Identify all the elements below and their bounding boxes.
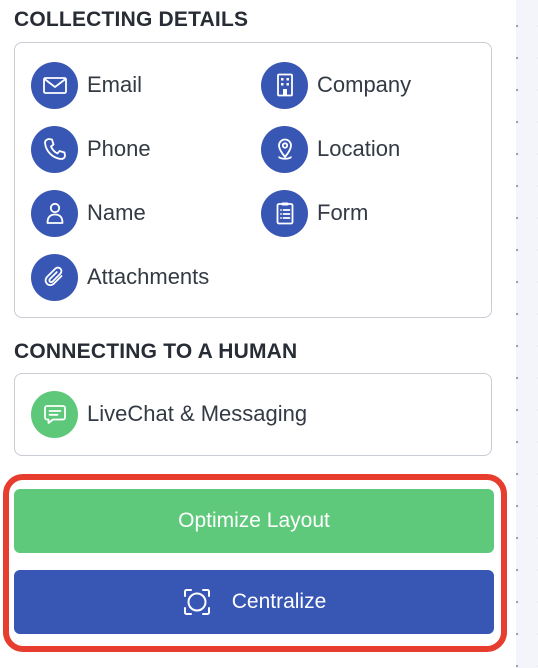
person-icon	[31, 189, 78, 237]
block-item-label: Form	[317, 200, 369, 225]
optimize-layout-button[interactable]: Optimize Layout	[14, 489, 494, 553]
block-item-name[interactable]: Name	[31, 189, 146, 237]
focus-frame-icon	[183, 589, 210, 615]
section-title-connecting-to-a-human: CONNECTING TO A HUMAN	[14, 340, 298, 363]
connecting-to-human-card: LiveChat & Messaging	[14, 373, 492, 456]
block-item-label: LiveChat & Messaging	[87, 401, 308, 426]
block-item-label: Email	[87, 72, 143, 97]
block-palette-panel: COLLECTING DETAILS Email Company Phone L…	[0, 0, 516, 668]
paperclip-icon	[31, 253, 78, 301]
envelope-icon	[31, 61, 78, 109]
block-item-email[interactable]: Email	[31, 61, 142, 109]
phone-icon	[31, 125, 78, 173]
block-item-phone[interactable]: Phone	[31, 125, 151, 173]
centralize-label: Centralize	[231, 590, 327, 613]
building-icon	[261, 61, 308, 109]
block-item-label: Name	[87, 200, 146, 225]
map-pin-icon	[261, 125, 308, 173]
block-item-label: Company	[317, 72, 412, 97]
optimize-layout-label: Optimize Layout	[178, 509, 330, 532]
block-item-label: Phone	[87, 136, 151, 161]
block-item-form[interactable]: Form	[261, 189, 368, 237]
section-title-collecting-details: COLLECTING DETAILS	[14, 8, 249, 31]
block-item-label: Location	[317, 136, 401, 161]
collecting-details-card: Email Company Phone Location Name Form A…	[14, 42, 492, 318]
block-item-location[interactable]: Location	[261, 125, 400, 173]
block-item-livechat-messaging[interactable]: LiveChat & Messaging	[31, 390, 307, 438]
block-item-attachments[interactable]: Attachments	[31, 253, 209, 301]
chat-bubble-icon	[31, 390, 78, 438]
clipboard-list-icon	[261, 189, 308, 237]
centralize-button[interactable]: Centralize	[14, 570, 494, 634]
flow-canvas-dotted-background[interactable]	[516, 0, 538, 668]
block-item-label: Attachments	[87, 264, 210, 289]
block-item-company[interactable]: Company	[261, 61, 411, 109]
